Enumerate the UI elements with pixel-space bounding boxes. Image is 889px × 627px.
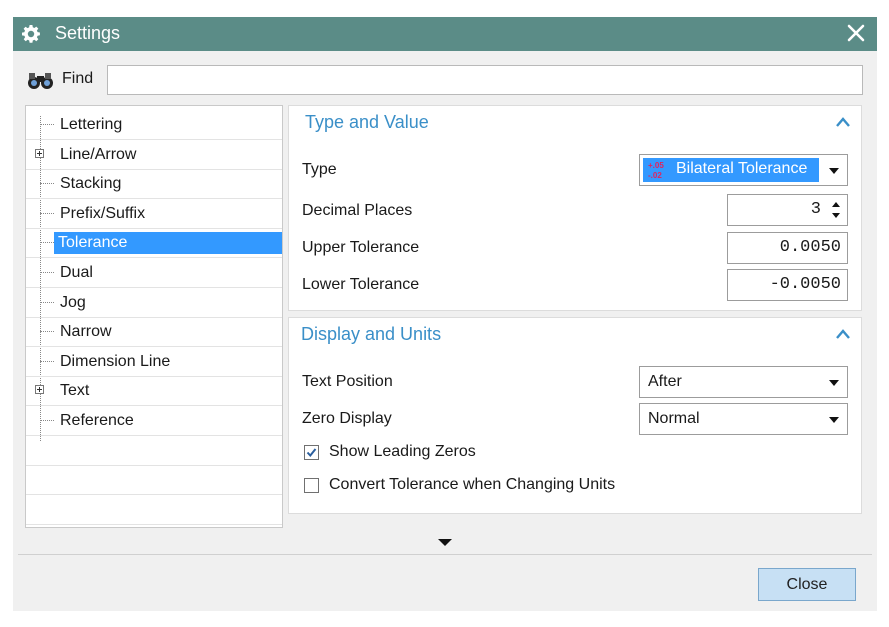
tree-item-jog[interactable]: Jog bbox=[26, 288, 282, 318]
tree-connector bbox=[40, 302, 54, 303]
settings-dialog: Settings Find Lettering Line/Arrow Stackin… bbox=[13, 17, 877, 611]
tree-item-label: Text bbox=[60, 382, 90, 399]
gear-icon bbox=[22, 25, 40, 43]
tree-item-dimension-line[interactable]: Dimension Line bbox=[26, 347, 282, 377]
tree-connector bbox=[40, 124, 54, 125]
find-label: Find bbox=[62, 70, 94, 87]
tree-item-text[interactable]: Text bbox=[26, 376, 282, 406]
convert-tolerance-checkbox[interactable] bbox=[304, 478, 319, 493]
tree-empty-row bbox=[26, 465, 282, 495]
bilateral-tolerance-icon: +.05 -.02 bbox=[645, 159, 669, 181]
tree-item-label: Reference bbox=[60, 412, 134, 429]
upper-tolerance-field[interactable]: 0.0050 bbox=[727, 232, 848, 264]
tree-connector bbox=[40, 361, 54, 362]
chevron-up-icon[interactable] bbox=[835, 328, 851, 340]
close-button[interactable]: Close bbox=[758, 568, 856, 601]
tree-item-tolerance[interactable]: Tolerance bbox=[26, 228, 282, 258]
find-row: Find bbox=[25, 65, 865, 95]
tree-item-line-arrow[interactable]: Line/Arrow bbox=[26, 140, 282, 170]
zero-display-label: Zero Display bbox=[302, 410, 392, 427]
close-icon[interactable] bbox=[845, 22, 867, 44]
display-and-units-heading[interactable]: Display and Units bbox=[301, 324, 441, 345]
tree-connector bbox=[40, 272, 54, 273]
expand-plus-icon[interactable] bbox=[35, 149, 44, 158]
show-leading-zeros-checkbox[interactable] bbox=[304, 445, 319, 460]
tree-item-lettering[interactable]: Lettering bbox=[26, 110, 282, 140]
window-title: Settings bbox=[55, 23, 121, 43]
svg-text:-.02: -.02 bbox=[648, 171, 662, 180]
tree-item-label: Narrow bbox=[60, 323, 112, 340]
text-position-value: After bbox=[648, 373, 682, 390]
type-and-value-panel: Type and Value Type +.05 -.02 Bilateral … bbox=[288, 105, 862, 311]
tree-item-prefix-suffix[interactable]: Prefix/Suffix bbox=[26, 199, 282, 229]
expand-plus-icon[interactable] bbox=[35, 385, 44, 394]
binoculars-icon bbox=[28, 73, 53, 89]
find-input[interactable] bbox=[107, 65, 863, 95]
spin-arrows-icon[interactable] bbox=[831, 198, 841, 222]
tree-item-label: Jog bbox=[60, 294, 86, 311]
checkmark-icon bbox=[306, 448, 317, 458]
tree-item-narrow[interactable]: Narrow bbox=[26, 317, 282, 347]
convert-tolerance-label[interactable]: Convert Tolerance when Changing Units bbox=[329, 476, 615, 494]
chevron-up-icon[interactable] bbox=[835, 116, 851, 128]
type-label: Type bbox=[302, 161, 337, 178]
tree-item-label: Dual bbox=[60, 264, 93, 281]
decimal-places-value: 3 bbox=[810, 200, 821, 219]
chevron-down-icon bbox=[829, 380, 839, 386]
tree-connector bbox=[40, 183, 54, 184]
tree-connector bbox=[40, 331, 54, 332]
footer-divider bbox=[18, 554, 872, 555]
display-and-units-panel: Display and Units Text Position After Ze… bbox=[288, 317, 862, 514]
title-bar[interactable]: Settings bbox=[13, 17, 877, 51]
expand-more-icon[interactable] bbox=[438, 539, 452, 546]
lower-tolerance-label: Lower Tolerance bbox=[302, 276, 420, 293]
chevron-down-icon bbox=[829, 168, 839, 174]
upper-tolerance-value: 0.0050 bbox=[779, 238, 841, 257]
zero-display-dropdown[interactable]: Normal bbox=[639, 403, 848, 435]
show-leading-zeros-label[interactable]: Show Leading Zeros bbox=[329, 443, 476, 461]
text-position-label: Text Position bbox=[302, 373, 393, 390]
tree-empty-row bbox=[26, 436, 282, 466]
zero-display-value: Normal bbox=[648, 410, 700, 427]
decimal-places-stepper[interactable]: 3 bbox=[727, 194, 848, 226]
category-tree[interactable]: Lettering Line/Arrow Stacking Prefix/Suffix… bbox=[25, 105, 283, 528]
type-dropdown[interactable]: +.05 -.02 Bilateral Tolerance bbox=[639, 154, 848, 186]
tree-connector bbox=[40, 242, 54, 243]
text-position-dropdown[interactable]: After bbox=[639, 366, 848, 398]
tree-item-label: Stacking bbox=[60, 175, 122, 192]
tree-item-label: Line/Arrow bbox=[60, 146, 137, 163]
tree-connector bbox=[40, 420, 54, 421]
tree-item-label: Lettering bbox=[60, 116, 123, 133]
tree-item-reference[interactable]: Reference bbox=[26, 406, 282, 436]
chevron-down-icon bbox=[829, 417, 839, 423]
decimal-places-label: Decimal Places bbox=[302, 202, 413, 219]
tree-item-label: Tolerance bbox=[54, 232, 282, 254]
svg-text:+.05: +.05 bbox=[648, 161, 664, 170]
upper-tolerance-label: Upper Tolerance bbox=[302, 239, 420, 256]
lower-tolerance-value: -0.0050 bbox=[769, 275, 841, 294]
type-and-value-heading[interactable]: Type and Value bbox=[305, 112, 429, 133]
tree-connector bbox=[40, 213, 54, 214]
tree-empty-row bbox=[26, 495, 282, 525]
lower-tolerance-field[interactable]: -0.0050 bbox=[727, 269, 848, 301]
tree-item-stacking[interactable]: Stacking bbox=[26, 169, 282, 199]
tree-item-dual[interactable]: Dual bbox=[26, 258, 282, 288]
type-value: Bilateral Tolerance bbox=[676, 160, 808, 177]
tree-item-label: Prefix/Suffix bbox=[60, 205, 146, 222]
tree-item-label: Dimension Line bbox=[60, 353, 171, 370]
